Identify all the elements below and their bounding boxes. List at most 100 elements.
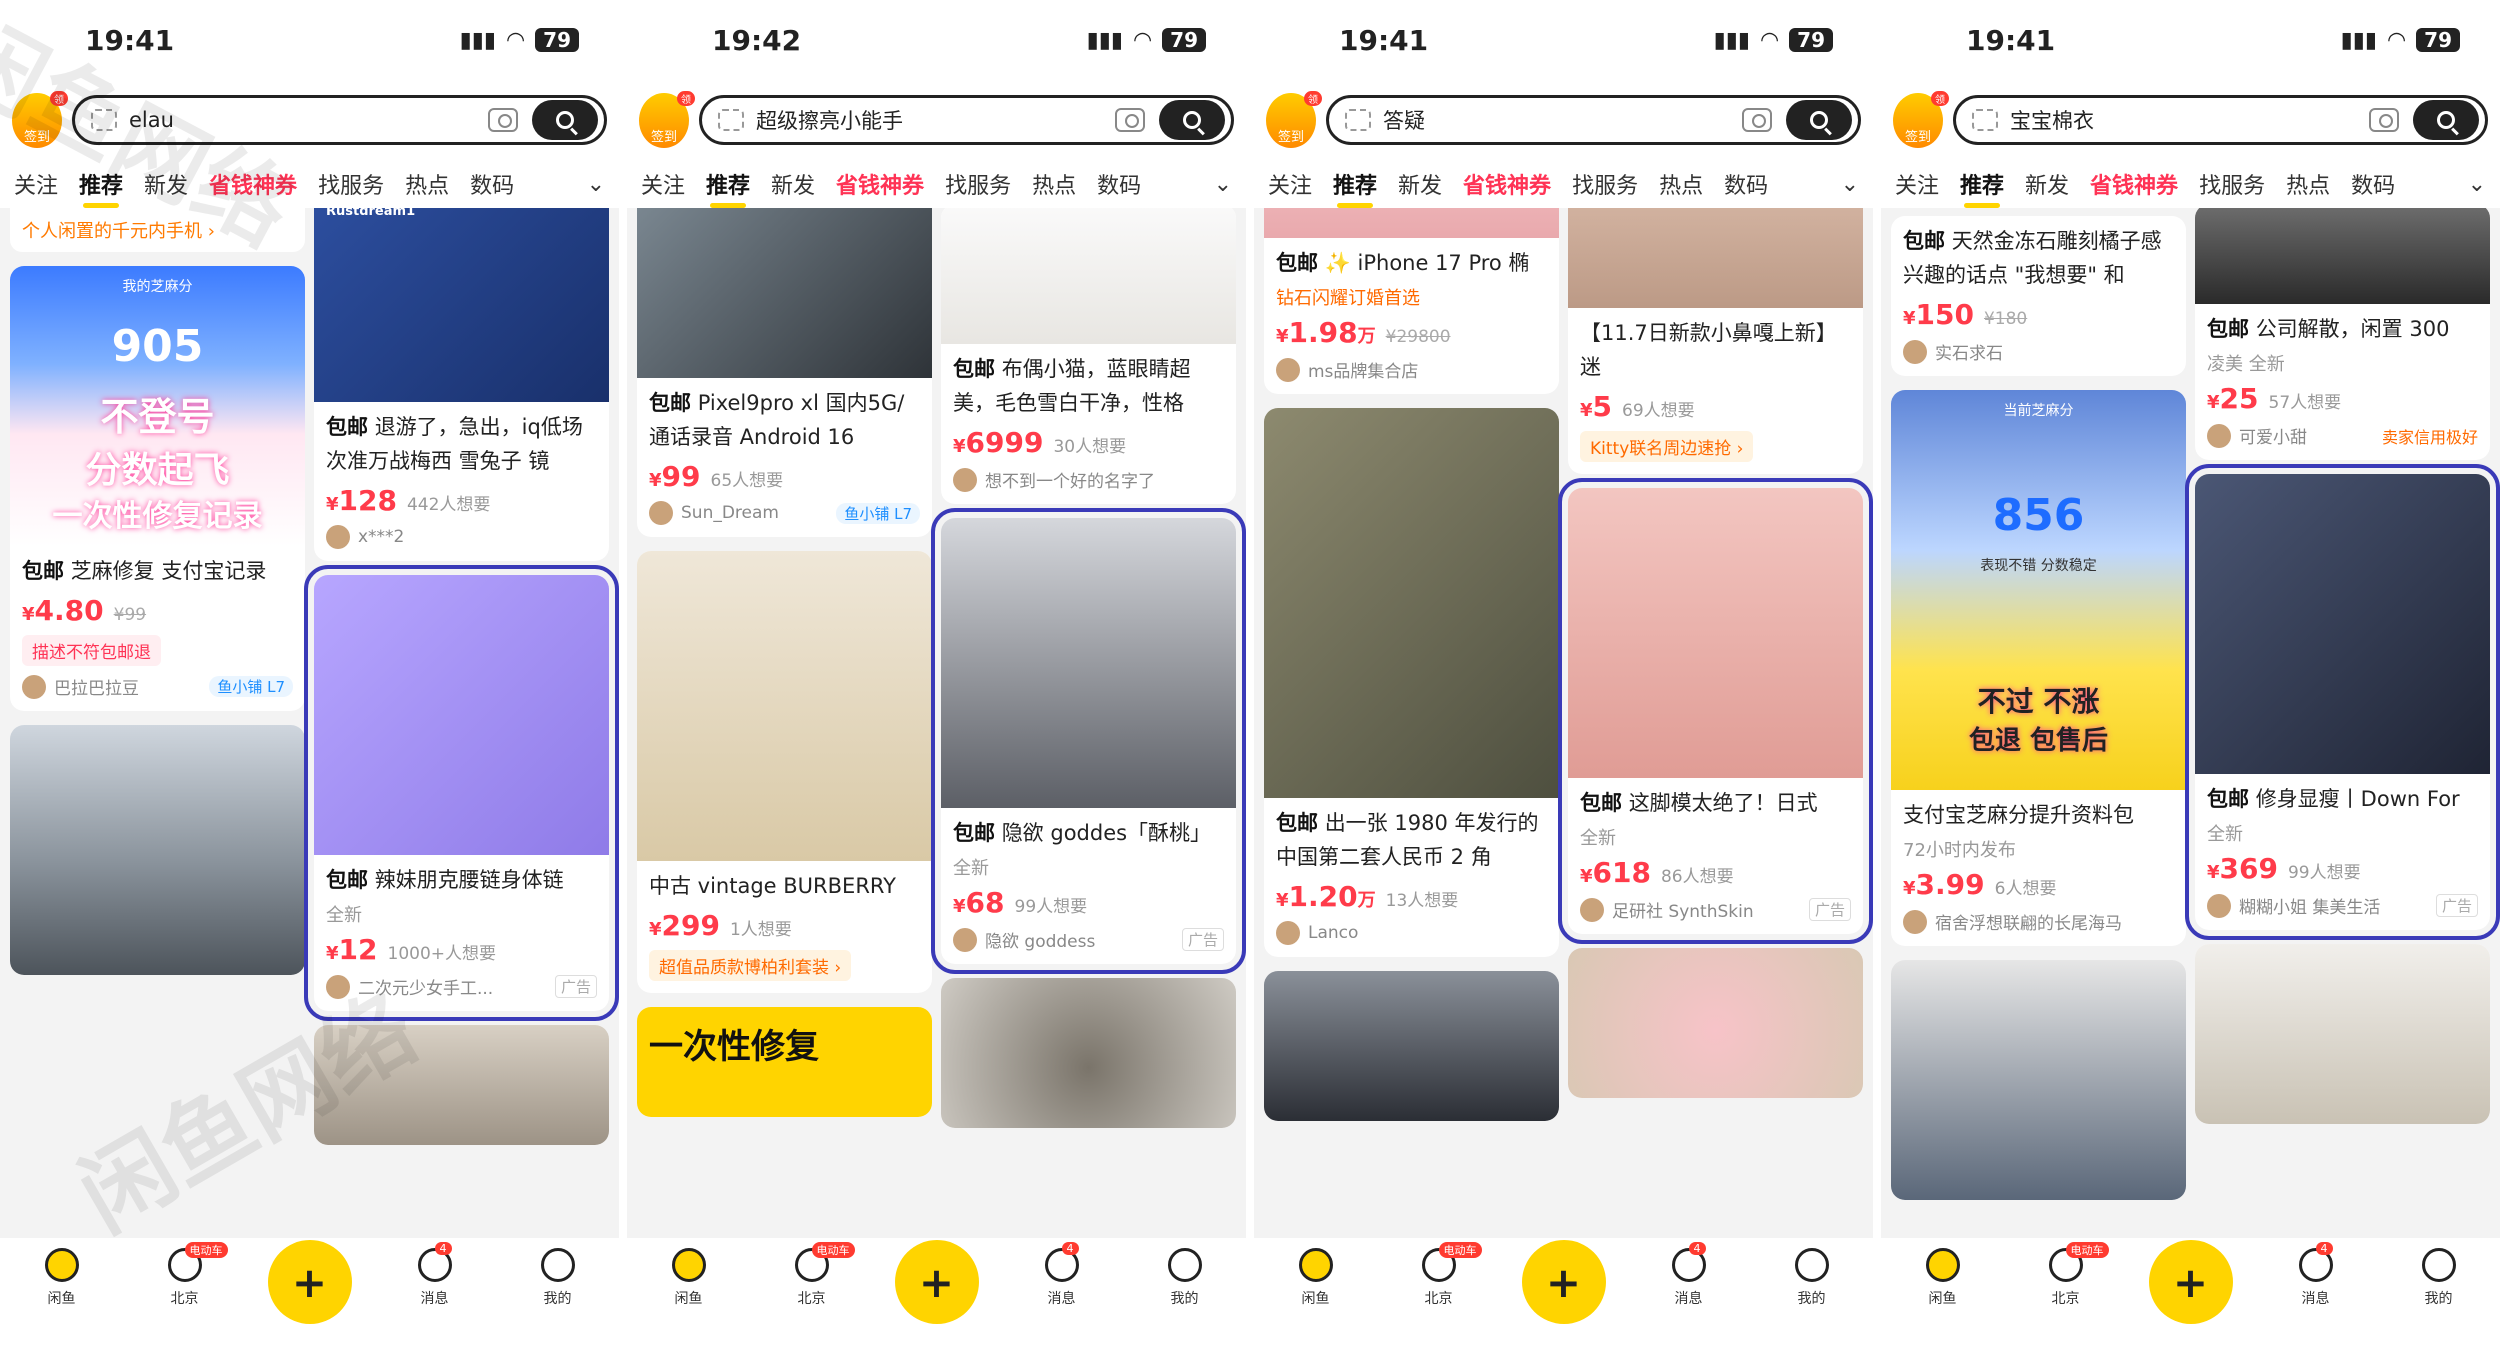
- chevron-down-icon[interactable]: ⌄: [587, 172, 605, 197]
- nav-profile[interactable]: 我的: [1772, 1248, 1852, 1308]
- tab-6[interactable]: 数码: [470, 168, 514, 200]
- scan-icon[interactable]: [91, 109, 117, 131]
- publish-button[interactable]: +: [267, 1240, 352, 1324]
- product-card[interactable]: 包邮 公司解散，闲置 300 凌美 全新 ¥25 57人想要 可爱小甜 卖家信用极好: [2195, 208, 2490, 460]
- product-card[interactable]: 包邮 这脚模太绝了！日式 全新 ¥618 86人想要 足研社 SynthSkin 广告: [1558, 478, 1873, 944]
- tab-6[interactable]: 数码: [2351, 168, 2395, 200]
- checkin-button[interactable]: 签到 领: [1266, 90, 1322, 148]
- scan-icon[interactable]: [1972, 109, 1998, 131]
- product-image[interactable]: [1264, 408, 1559, 798]
- product-card[interactable]: 包邮 辣妹朋克腰链身体链 全新 ¥12 1000+人想要 二次元少女手工... 广告: [304, 565, 619, 1021]
- search-input[interactable]: 宝宝棉衣: [1953, 95, 2488, 145]
- tab-5[interactable]: 热点: [2286, 168, 2330, 200]
- product-card[interactable]: 当前芝麻分 856 表现不错 分数稳定 不过 不涨 包退 包售后 支付宝芝麻分提升资料包 7…: [1891, 390, 2186, 946]
- publish-button[interactable]: +: [2148, 1240, 2233, 1324]
- product-image[interactable]: 一次性修复: [637, 1007, 932, 1117]
- product-image[interactable]: [941, 518, 1236, 808]
- product-card[interactable]: [314, 1025, 609, 1145]
- camera-icon[interactable]: [1742, 108, 1772, 132]
- nav-profile[interactable]: 我的: [1145, 1248, 1225, 1308]
- product-card[interactable]: 包邮 布偶小猫，蓝眼睛超美，毛色雪白干净，性格 ¥6999 30人想要 想不到一个好的…: [941, 208, 1236, 504]
- tab-3[interactable]: 省钱神券: [209, 168, 297, 200]
- tab-1[interactable]: 推荐: [706, 168, 750, 208]
- product-feed[interactable]: 包邮 天然金冻石雕刻橘子感兴趣的话点 "我想要" 和 ¥150 ¥180 实石求石 当前…: [1881, 208, 2500, 1238]
- seller-row[interactable]: 想不到一个好的名字了: [953, 467, 1224, 492]
- search-button[interactable]: [1786, 100, 1852, 140]
- seller-row[interactable]: Sun_Dream 鱼小铺 L7: [649, 501, 920, 525]
- tab-3[interactable]: 省钱神券: [1463, 168, 1551, 200]
- checkin-button[interactable]: 签到 领: [639, 90, 695, 148]
- nav-profile[interactable]: 我的: [2399, 1248, 2479, 1308]
- product-card[interactable]: 包邮 ✨ iPhone 17 Pro 椭钻石闪耀订婚首选 ¥1.98万 ¥29800…: [1264, 208, 1559, 394]
- nav-home[interactable]: 闲鱼: [22, 1248, 102, 1308]
- checkin-button[interactable]: 签到 领: [12, 90, 68, 148]
- product-card[interactable]: 【11.7日新款小鼻嘎上新】迷 ¥5 69人想要 Kitty联名周边速抢 ›: [1568, 208, 1863, 474]
- scan-icon[interactable]: [1345, 109, 1371, 131]
- search-input[interactable]: 超级擦亮小能手: [699, 95, 1234, 145]
- product-image[interactable]: [1264, 208, 1559, 238]
- product-card[interactable]: [1891, 960, 2186, 1200]
- product-card[interactable]: 包邮 天然金冻石雕刻橘子感兴趣的话点 "我想要" 和 ¥150 ¥180 实石求石: [1891, 216, 2186, 376]
- product-image[interactable]: [1568, 948, 1863, 1098]
- tab-4[interactable]: 找服务: [2199, 168, 2265, 200]
- publish-button[interactable]: +: [894, 1240, 979, 1324]
- product-card[interactable]: [1568, 948, 1863, 1098]
- seller-row[interactable]: 二次元少女手工... 广告: [326, 974, 597, 999]
- camera-icon[interactable]: [2369, 108, 2399, 132]
- product-image[interactable]: [941, 978, 1236, 1128]
- publish-button[interactable]: +: [1521, 1240, 1606, 1324]
- seller-row[interactable]: 足研社 SynthSkin 广告: [1580, 897, 1851, 922]
- nav-location[interactable]: 北京 电动车: [772, 1242, 855, 1308]
- seller-row[interactable]: 隐欲 goddess 广告: [953, 927, 1224, 952]
- tab-3[interactable]: 省钱神券: [836, 168, 924, 200]
- camera-icon[interactable]: [488, 108, 518, 132]
- search-button[interactable]: [2413, 100, 2479, 140]
- search-input[interactable]: 答疑: [1326, 95, 1861, 145]
- product-card[interactable]: 包邮 Pixel9pro xl 国内5G/通话录音 Android 16 ¥99 6…: [637, 208, 932, 537]
- product-image[interactable]: [637, 208, 932, 378]
- nav-message[interactable]: 消息 4: [1022, 1242, 1102, 1308]
- seller-row[interactable]: 糊糊小姐 集美生活 广告: [2207, 893, 2478, 918]
- tab-6[interactable]: 数码: [1097, 168, 1141, 200]
- nav-location[interactable]: 北京 电动车: [145, 1242, 228, 1308]
- product-image[interactable]: [314, 1025, 609, 1145]
- tab-4[interactable]: 找服务: [318, 168, 384, 200]
- nav-message[interactable]: 消息 4: [1649, 1242, 1729, 1308]
- promo-pill[interactable]: 描述不符包邮退: [22, 635, 161, 666]
- chevron-down-icon[interactable]: ⌄: [1214, 172, 1232, 197]
- product-image[interactable]: [2195, 944, 2490, 1124]
- seller-row[interactable]: 可爱小甜 卖家信用极好: [2207, 423, 2478, 448]
- tab-2[interactable]: 新发: [144, 168, 188, 200]
- seller-row[interactable]: ms品牌集合店: [1276, 357, 1547, 382]
- tab-4[interactable]: 找服务: [1572, 168, 1638, 200]
- product-feed[interactable]: 个人闲置的千元内手机 › 我的芝麻分 905 不登号 分数起飞 一次性修复记录 包邮 芝麻修…: [0, 208, 619, 1238]
- seller-row[interactable]: Lanco: [1276, 921, 1547, 945]
- tab-1[interactable]: 推荐: [1960, 168, 2004, 208]
- product-feed[interactable]: 包邮 Pixel9pro xl 国内5G/通话录音 Android 16 ¥99 6…: [627, 208, 1246, 1238]
- product-image[interactable]: [10, 725, 305, 975]
- product-image[interactable]: [2195, 474, 2490, 774]
- tab-0[interactable]: 关注: [1268, 168, 1312, 200]
- tab-2[interactable]: 新发: [771, 168, 815, 200]
- product-card[interactable]: 包邮 出一张 1980 年发行的中国第二套人民币 2 角 ¥1.20万 13人想要 L…: [1264, 408, 1559, 957]
- nav-message[interactable]: 消息 4: [395, 1242, 475, 1308]
- chevron-down-icon[interactable]: ⌄: [2468, 172, 2486, 197]
- nav-home[interactable]: 闲鱼: [1903, 1248, 1983, 1308]
- product-card[interactable]: 中古 vintage BURBERRY ¥299 1人想要 超值品质款博柏利套装 ›: [637, 551, 932, 993]
- checkin-button[interactable]: 签到 领: [1893, 90, 1949, 148]
- seller-row[interactable]: x***2: [326, 525, 597, 549]
- product-image[interactable]: [1568, 208, 1863, 308]
- product-card[interactable]: [2195, 944, 2490, 1124]
- promo-pill[interactable]: 超值品质款博柏利套装 ›: [649, 950, 852, 981]
- product-image[interactable]: [1568, 488, 1863, 778]
- search-button[interactable]: [1159, 100, 1225, 140]
- seller-row[interactable]: 宿舍浮想联翩的长尾海马: [1903, 909, 2174, 934]
- scan-icon[interactable]: [718, 109, 744, 131]
- product-image[interactable]: Rustdream1: [314, 208, 609, 402]
- product-card[interactable]: 我的芝麻分 905 不登号 分数起飞 一次性修复记录 包邮 芝麻修复 支付宝记录 ¥4.80…: [10, 266, 305, 711]
- nav-home[interactable]: 闲鱼: [1276, 1248, 1356, 1308]
- product-image[interactable]: 当前芝麻分 856 表现不错 分数稳定 不过 不涨 包退 包售后: [1891, 390, 2186, 790]
- product-feed[interactable]: 包邮 ✨ iPhone 17 Pro 椭钻石闪耀订婚首选 ¥1.98万 ¥29800…: [1254, 208, 1873, 1238]
- tab-4[interactable]: 找服务: [945, 168, 1011, 200]
- tab-2[interactable]: 新发: [2025, 168, 2069, 200]
